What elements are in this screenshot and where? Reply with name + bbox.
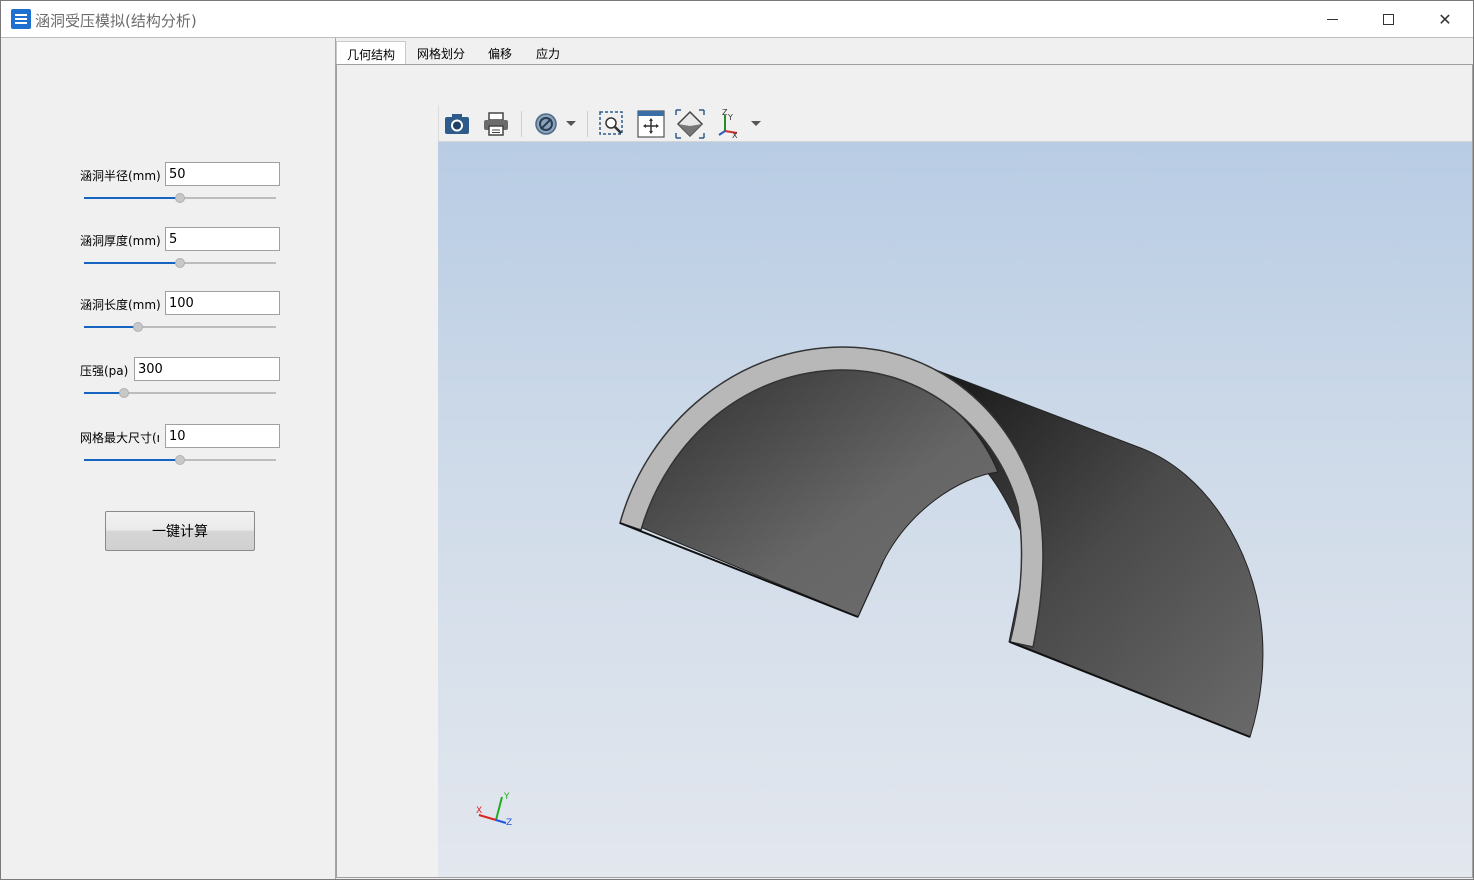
slider-thumb[interactable] (175, 455, 185, 465)
display-mode-dropdown-icon[interactable] (566, 121, 576, 126)
app-window: 涵洞受压模拟(结构分析) ✕ 涵洞半径(mm) 涵洞厚度(mm) 涵洞长度(mm… (0, 0, 1474, 880)
title-bar: 涵洞受压模拟(结构分析) ✕ (1, 1, 1473, 38)
window-title: 涵洞受压模拟(结构分析) (35, 12, 197, 30)
pressure-slider[interactable] (84, 387, 276, 399)
slider-thumb[interactable] (133, 322, 143, 332)
mesh-size-input[interactable] (165, 424, 280, 448)
svg-text:X: X (732, 131, 738, 139)
close-icon: ✕ (1438, 9, 1452, 29)
minimize-button[interactable] (1303, 1, 1361, 37)
maximize-button[interactable] (1359, 1, 1417, 37)
svg-text:Y: Y (727, 113, 733, 122)
close-button[interactable]: ✕ (1416, 1, 1474, 37)
mesh-size-label: 网格最大尺寸(mm) (80, 431, 159, 445)
minimize-icon (1326, 18, 1338, 20)
zoom-box-button[interactable] (597, 109, 627, 139)
tab-geometry[interactable]: 几何结构 (336, 41, 407, 66)
display-mode-icon (535, 113, 557, 135)
tab-displacement[interactable]: 偏移 (478, 41, 522, 65)
axis-view-icon: Y Z X (718, 109, 738, 139)
axis-view-dropdown-icon[interactable] (751, 121, 761, 126)
axis-triad: Y X Z (476, 792, 512, 828)
tab-stress[interactable]: 应力 (526, 41, 570, 65)
thickness-slider[interactable] (84, 257, 276, 269)
pressure-input[interactable] (134, 357, 280, 381)
zoom-box-icon (599, 111, 623, 135)
slider-thumb[interactable] (175, 258, 185, 268)
3d-viewer: Y Z X Y X Z (438, 105, 1472, 877)
display-mode-button[interactable] (531, 109, 561, 139)
print-icon (484, 112, 508, 136)
tab-mesh[interactable]: 网格划分 (407, 41, 475, 65)
radius-slider[interactable] (84, 192, 276, 204)
screenshot-button[interactable] (442, 109, 472, 139)
slider-thumb[interactable] (119, 388, 129, 398)
view-iso-button[interactable] (675, 109, 705, 139)
app-icon (11, 9, 31, 29)
axis-view-button[interactable]: Y Z X (715, 109, 745, 139)
mesh-size-slider[interactable] (84, 454, 276, 466)
fit-all-button[interactable] (636, 109, 666, 139)
culvert-model[interactable] (438, 142, 1472, 877)
view-iso-icon (675, 109, 705, 139)
thickness-input[interactable] (165, 227, 280, 251)
triad-x-label: X (476, 806, 482, 816)
camera-icon (445, 114, 469, 134)
svg-text:Z: Z (722, 109, 728, 117)
pressure-label: 压强(pa) (80, 364, 129, 378)
maximize-icon (1382, 13, 1394, 25)
fit-all-icon (637, 110, 665, 138)
slider-thumb[interactable] (175, 193, 185, 203)
radius-input[interactable] (165, 162, 280, 186)
print-button[interactable] (481, 109, 511, 139)
triad-z-label: Z (506, 818, 512, 828)
length-label: 涵洞长度(mm) (80, 298, 160, 312)
viewer-toolbar: Y Z X (438, 105, 1472, 142)
render-canvas[interactable]: Y X Z (438, 142, 1472, 877)
parameter-panel: 涵洞半径(mm) 涵洞厚度(mm) 涵洞长度(mm) 压强(pa) 网格最大尺寸… (1, 38, 336, 879)
radius-label: 涵洞半径(mm) (80, 169, 160, 183)
length-slider[interactable] (84, 321, 276, 333)
triad-y-label: Y (503, 792, 510, 802)
calculate-button[interactable]: 一键计算 (105, 511, 255, 551)
thickness-label: 涵洞厚度(mm) (80, 234, 160, 248)
length-input[interactable] (165, 291, 280, 315)
